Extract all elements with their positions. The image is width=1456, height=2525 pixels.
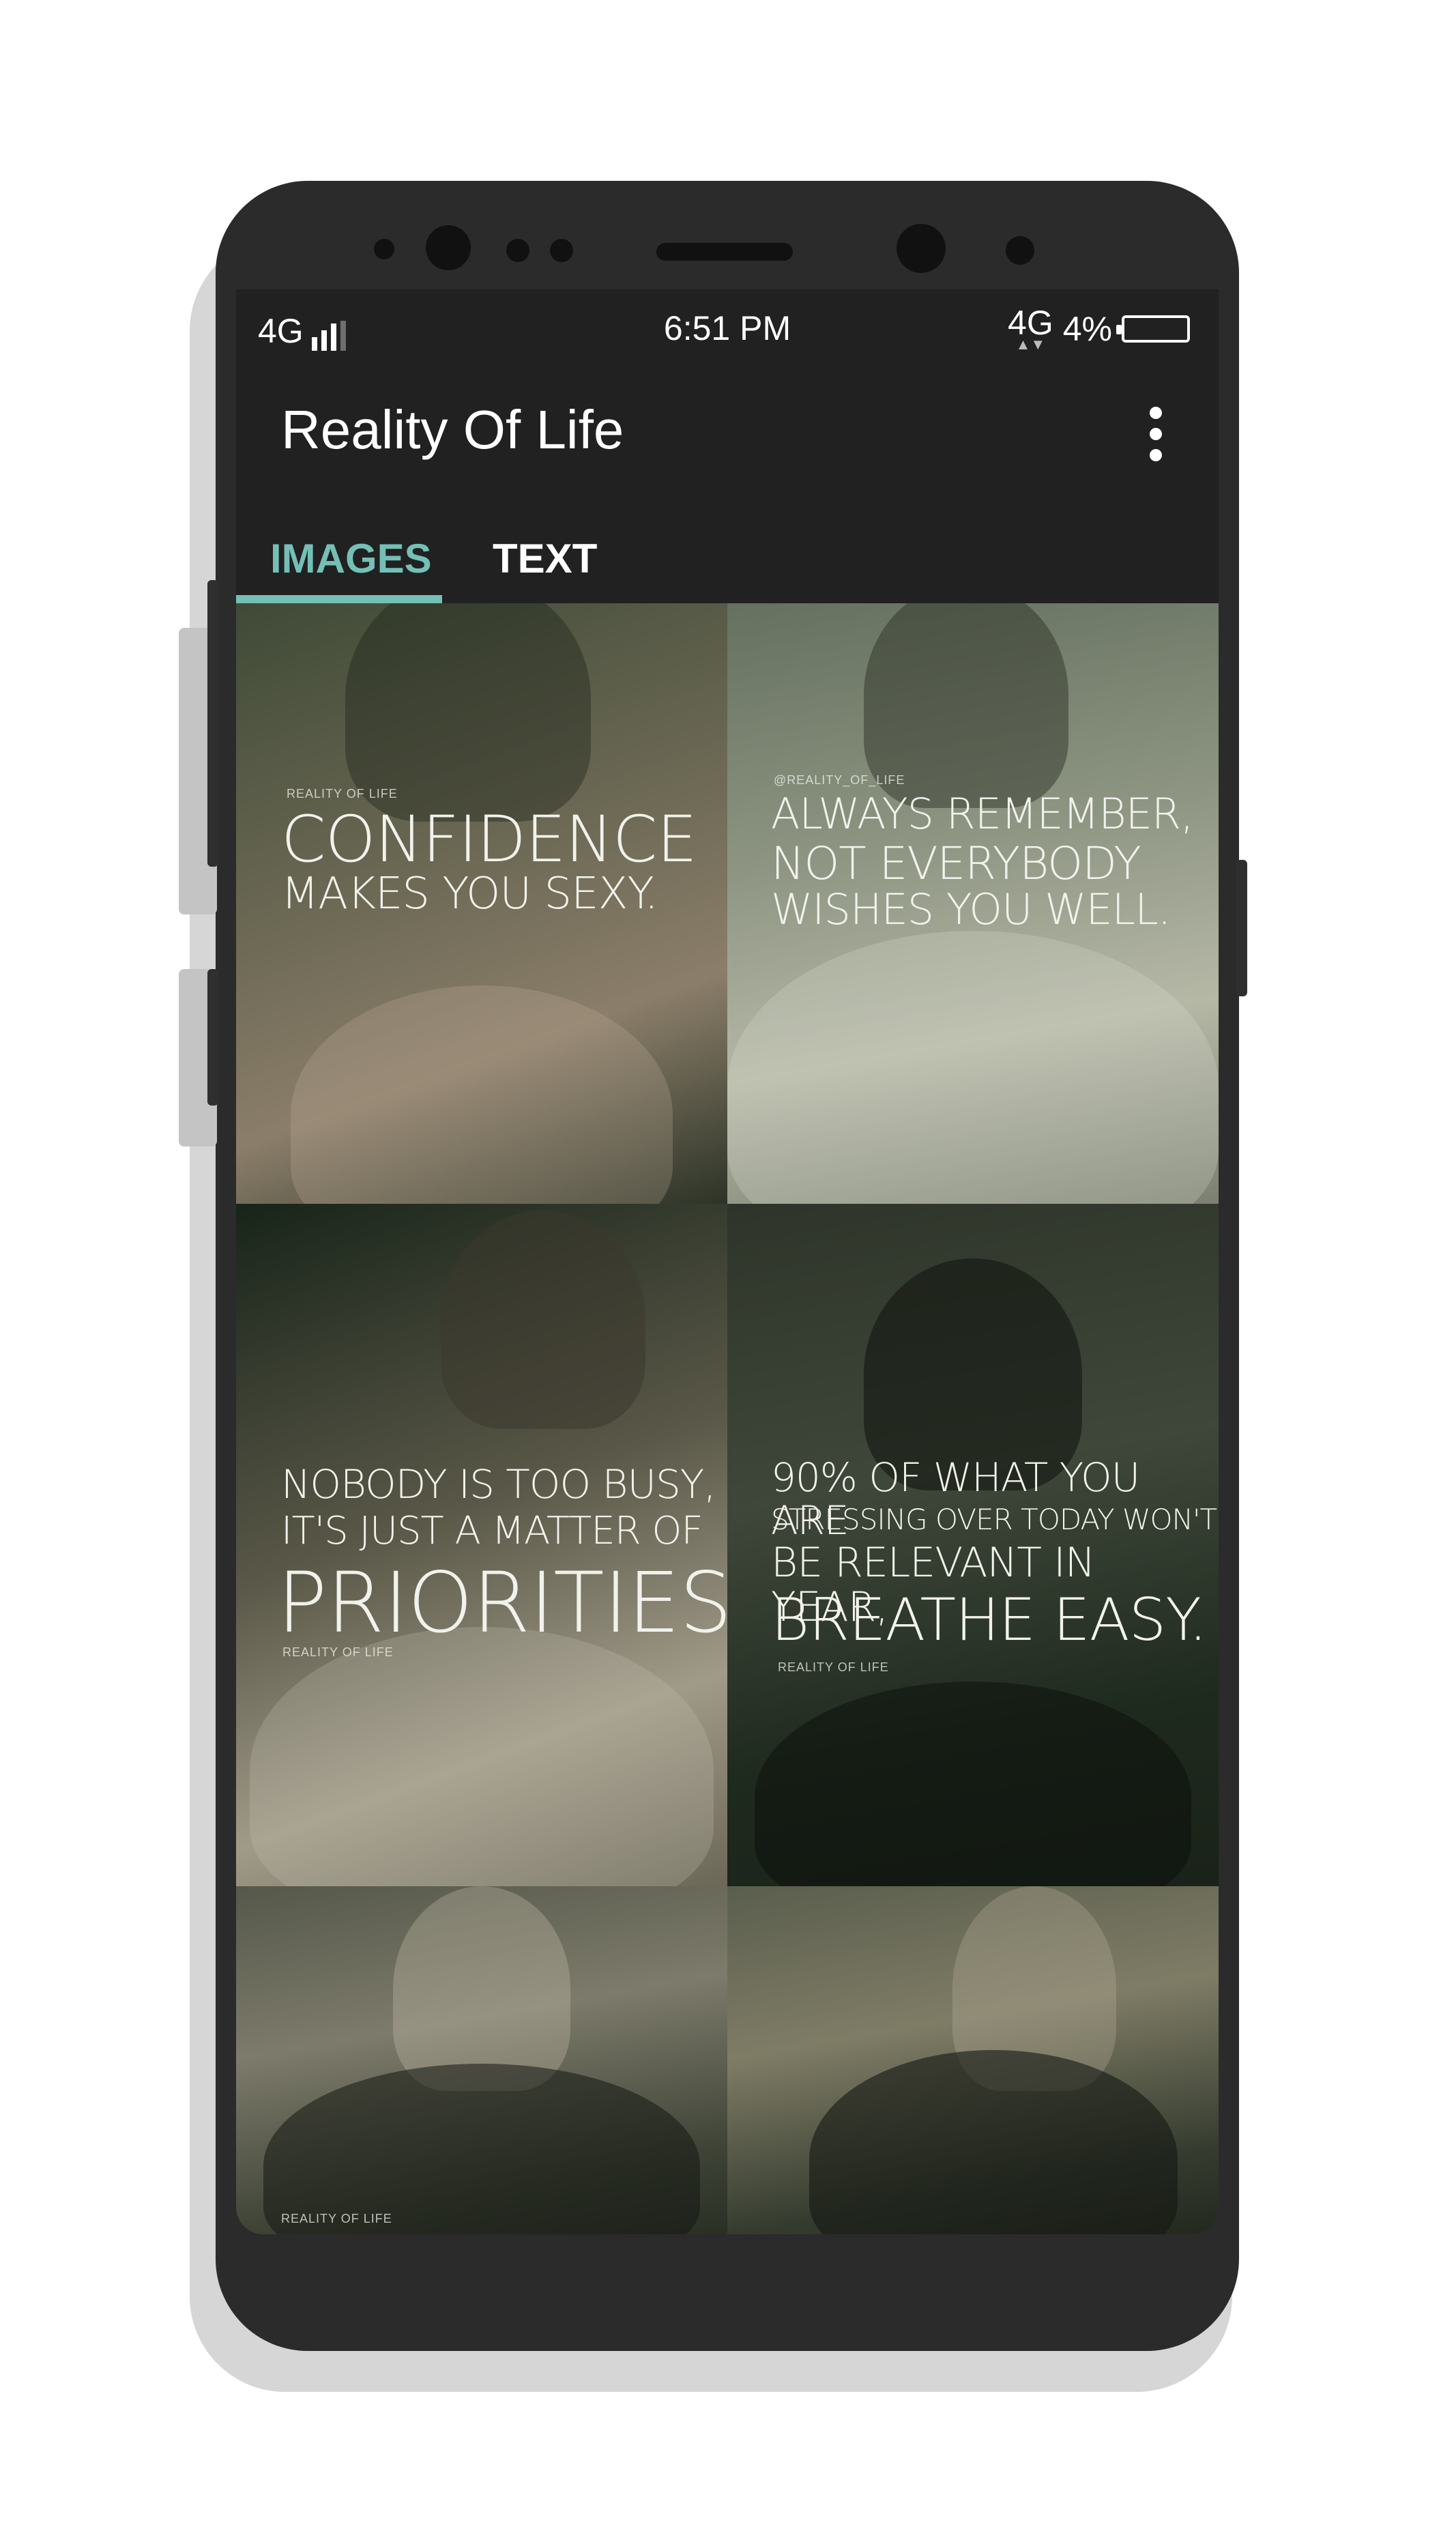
portrait-figure <box>263 2064 700 2234</box>
portrait-figure <box>809 2050 1178 2234</box>
watermark: @REALITY_OF_LIFE <box>774 773 905 787</box>
quote-image-card[interactable]: NOBODY IS TOO BUSY, IT'S JUST A MATTER O… <box>236 1204 727 1886</box>
portrait-figure <box>291 985 673 1204</box>
quote-image-card[interactable]: REALITY OF LIFE <box>236 1886 727 2234</box>
quote-line: WISHES YOU WELL. <box>771 884 1171 934</box>
tab-bar: IMAGES TEXT <box>236 508 1219 603</box>
network-type-right-label: 4G <box>1008 304 1053 342</box>
quote-line: ALWAYS REMEMBER, <box>771 789 1194 839</box>
quote-line: PRIORITIES. <box>277 1555 727 1651</box>
quote-line: NOBODY IS TOO BUSY, <box>281 1461 716 1507</box>
quote-image-card[interactable]: 90% OF WHAT YOU ARE STRESSING OVER TODAY… <box>727 1204 1219 1886</box>
tab-images[interactable]: IMAGES <box>270 535 432 582</box>
portrait-figure <box>727 931 1219 1204</box>
status-bar: 4G 6:51 PM 4G ▲▼ 4% <box>236 289 1219 364</box>
watermark: REALITY OF LIFE <box>282 1645 394 1659</box>
portrait-figure <box>755 1682 1191 1886</box>
quote-image-card[interactable]: @REALITY_OF_LIFE ALWAYS REMEMBER, NOT EV… <box>727 603 1219 1204</box>
sensor-dot <box>550 239 573 262</box>
watermark: REALITY OF LIFE <box>287 787 398 800</box>
front-camera-secondary <box>897 224 946 273</box>
battery-percent: 4% <box>1062 310 1112 348</box>
quote-image-card[interactable]: REALITY OF LIFE CONFIDENCE MAKES YOU SEX… <box>236 603 727 1204</box>
sensor-dot <box>1006 236 1034 265</box>
quote-line: STRESSING OVER TODAY WON'T <box>771 1503 1217 1536</box>
front-camera <box>426 225 471 270</box>
app-screen: 4G 6:51 PM 4G ▲▼ 4% Reality Of Life IMAG… <box>236 289 1219 2234</box>
sensor-dot <box>374 239 394 259</box>
status-right-group: 4G ▲▼ 4% <box>1008 306 1190 352</box>
quote-image-card[interactable] <box>727 1886 1219 2234</box>
sensor-dot <box>506 239 529 262</box>
quote-line: MAKES YOU SEXY. <box>281 869 658 919</box>
watermark: REALITY OF LIFE <box>281 2212 392 2225</box>
image-grid: REALITY OF LIFE CONFIDENCE MAKES YOU SEX… <box>236 603 1219 2234</box>
app-bar: Reality Of Life <box>236 371 1219 480</box>
portrait-figure <box>441 1211 645 1429</box>
watermark: REALITY OF LIFE <box>778 1660 889 1674</box>
earpiece-speaker <box>656 243 793 261</box>
quote-line: CONFIDENCE <box>281 803 697 877</box>
app-title: Reality Of Life <box>281 399 624 460</box>
battery-icon <box>1116 315 1190 343</box>
volume-button[interactable] <box>207 580 218 867</box>
power-button[interactable] <box>1236 860 1247 996</box>
more-vert-icon[interactable] <box>1148 407 1164 461</box>
tab-text[interactable]: TEXT <box>493 535 597 582</box>
side-button[interactable] <box>207 969 218 1106</box>
quote-line: NOT EVERYBODY <box>771 837 1141 890</box>
tab-indicator <box>236 595 442 603</box>
network-type-right: 4G ▲▼ <box>1008 306 1053 352</box>
portrait-figure <box>250 1627 714 1886</box>
data-arrows-icon: ▲▼ <box>1015 336 1046 353</box>
quote-line: IT'S JUST A MATTER OF <box>281 1509 703 1553</box>
portrait-figure <box>393 1886 570 2091</box>
quote-line: BREATHE EASY. <box>771 1586 1208 1654</box>
